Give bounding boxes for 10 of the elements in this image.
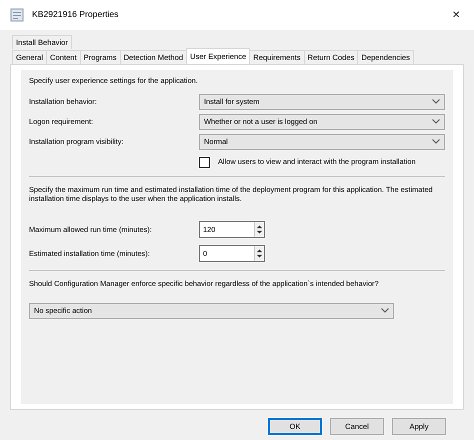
spin-arrows-icon[interactable] (254, 246, 264, 261)
spin-arrows-icon[interactable] (254, 222, 264, 237)
properties-icon (10, 8, 24, 22)
window-title: KB2921916 Properties (32, 9, 118, 21)
chevron-icon (432, 99, 440, 104)
chevron-icon (432, 119, 440, 124)
checkbox[interactable] (199, 156, 210, 168)
chevron-icon (432, 139, 440, 144)
chevron-icon (381, 308, 389, 313)
close-button[interactable]: ✕ (448, 8, 464, 22)
